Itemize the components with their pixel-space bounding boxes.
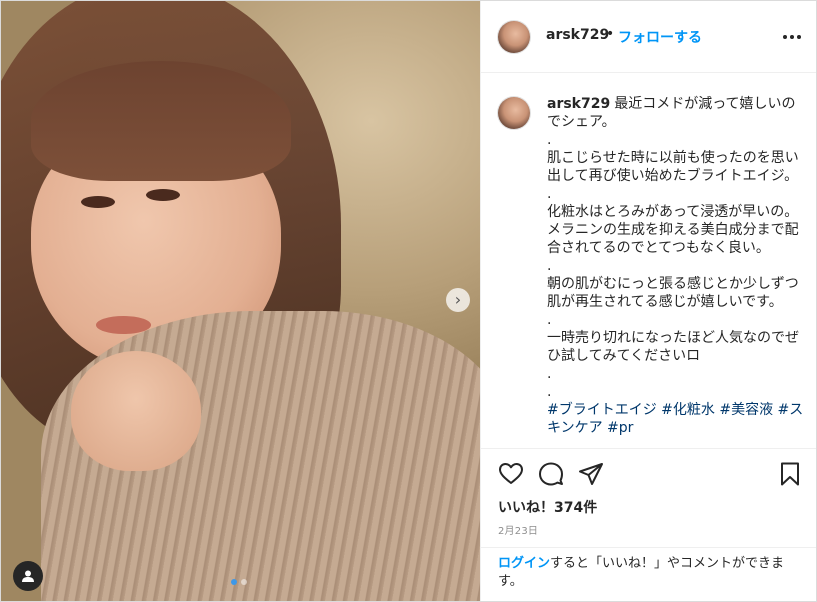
post-modal: › arsk729 • フォローする arsk729 最近コメドが減って嬉しいの…: [0, 0, 817, 602]
more-options-icon[interactable]: [781, 26, 803, 48]
bookmark-icon: [781, 462, 799, 486]
save-button[interactable]: [777, 461, 803, 487]
chevron-right-icon: ›: [454, 290, 462, 309]
carousel-indicator: [231, 579, 247, 585]
next-photo-button[interactable]: ›: [446, 288, 470, 312]
avatar[interactable]: [498, 97, 530, 129]
follow-button[interactable]: フォローする: [618, 27, 702, 47]
like-button[interactable]: [498, 461, 524, 487]
post-header: arsk729 • フォローする: [481, 1, 816, 73]
share-button[interactable]: [578, 461, 604, 487]
tagged-users-button[interactable]: [13, 561, 43, 591]
post-actions: いいね！374件 2月23日 ログインすると「いいね！」やコメントができます。: [481, 448, 816, 601]
heart-icon: [499, 463, 523, 484]
login-prompt: ログインすると「いいね！」やコメントができます。: [481, 547, 816, 601]
user-tag-icon: [22, 570, 34, 582]
caption-text: 最近コメドが減って嬉しいのでシェア。 . 肌こじらせた時に以前も使ったのを思い出…: [547, 96, 799, 400]
caption-username[interactable]: arsk729: [547, 96, 610, 112]
post-sidebar: arsk729 • フォローする arsk729 最近コメドが減って嬉しいのでシェ…: [480, 1, 816, 601]
share-icon: [579, 463, 603, 485]
post-date[interactable]: 2月23日: [498, 522, 538, 537]
carousel-dot: [241, 579, 247, 585]
post-photo[interactable]: ›: [1, 1, 480, 601]
username-link[interactable]: arsk729: [546, 27, 609, 43]
post-caption: arsk729 最近コメドが減って嬉しいのでシェア。 . 肌こじらせた時に以前も使…: [547, 95, 805, 437]
comments-section[interactable]: arsk729 最近コメドが減って嬉しいのでシェア。 . 肌こじらせた時に以前も使…: [481, 73, 816, 447]
comment-button[interactable]: [538, 461, 564, 487]
separator-dot: •: [606, 26, 615, 42]
login-link[interactable]: ログイン: [498, 556, 550, 571]
avatar[interactable]: [498, 21, 530, 53]
like-count[interactable]: いいね！374件: [498, 497, 597, 517]
carousel-dot-active: [231, 579, 237, 585]
comment-icon: [539, 462, 563, 486]
caption-hashtags[interactable]: #ブライトエイジ #化粧水 #美容液 #スキンケア #pr: [547, 401, 805, 437]
